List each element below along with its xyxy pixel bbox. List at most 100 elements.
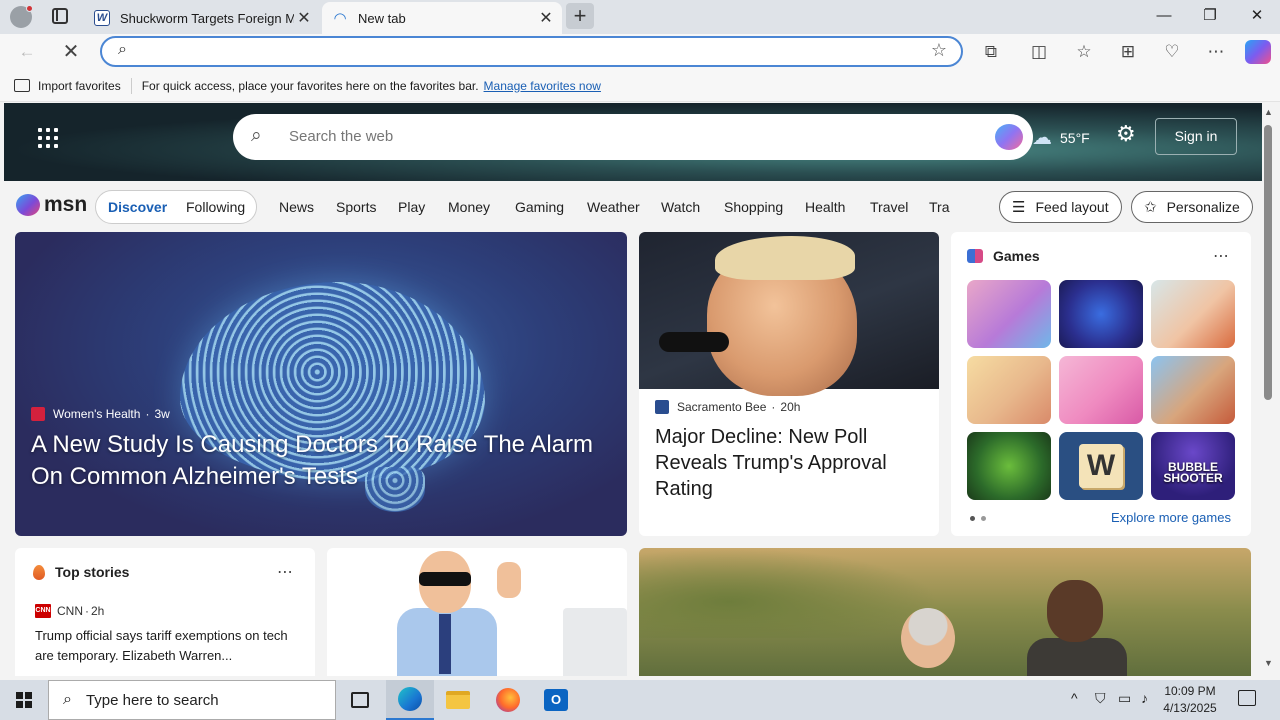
taskbar-search-box[interactable]: ⌕ Type here to search	[48, 680, 336, 720]
import-label: Import favorites	[38, 78, 121, 93]
page-scrollbar[interactable]: ▲ ▼	[1262, 103, 1280, 676]
profile-avatar[interactable]	[10, 5, 33, 28]
folder-icon	[446, 691, 470, 709]
app-launcher-icon[interactable]	[38, 128, 58, 148]
makeup-game-tile[interactable]	[967, 280, 1051, 348]
favorite-star-icon[interactable]: ☆	[931, 40, 947, 61]
more-options-icon[interactable]: ⋯	[277, 562, 294, 582]
nav-truncated[interactable]: Tra	[929, 199, 949, 215]
scrollbar-thumb[interactable]	[1264, 125, 1272, 400]
hero-story-card[interactable]: Women's Health · 3w A New Study Is Causi…	[15, 232, 627, 536]
favorites-hint: For quick access, place your favorites h…	[141, 78, 479, 93]
hero-headline[interactable]: A New Study Is Causing Doctors To Raise …	[31, 429, 616, 493]
close-icon[interactable]: ✕	[536, 8, 556, 28]
story-source: Women's Health · 3w	[31, 407, 170, 421]
explore-more-games-link[interactable]: Explore more games	[1111, 510, 1231, 525]
nav-gaming[interactable]: Gaming	[515, 199, 564, 215]
games-title: Games	[993, 248, 1040, 264]
top-story-headline[interactable]: Trump official says tariff exemptions on…	[35, 626, 297, 666]
taskbar-firefox[interactable]	[484, 680, 532, 720]
close-icon[interactable]: ✕	[294, 8, 314, 28]
nav-shopping[interactable]: Shopping	[724, 199, 783, 215]
tab-discover[interactable]: Discover	[108, 199, 167, 215]
msn-logo[interactable]: msn	[16, 193, 87, 217]
close-window-button[interactable]: ✕	[1234, 0, 1280, 32]
web-search-box[interactable]: ⌕ Search the web	[233, 114, 1033, 160]
story-image-card[interactable]	[639, 548, 1251, 676]
restaurant-game-tile[interactable]	[1151, 356, 1235, 424]
story-image-card[interactable]	[327, 548, 627, 676]
system-clock[interactable]: 10:09 PM 4/13/2025	[1160, 683, 1220, 717]
address-bar[interactable]: ⌕ ☆	[100, 36, 963, 67]
story-card[interactable]: Sacramento Bee · 20h Major Decline: New …	[639, 232, 939, 536]
nav-travel[interactable]: Travel	[870, 199, 908, 215]
carousel-dots[interactable]	[970, 516, 986, 521]
msn-logo-text: msn	[44, 193, 88, 216]
browser-essentials-icon[interactable]: ♡	[1159, 39, 1185, 65]
nav-play[interactable]: Play	[398, 199, 425, 215]
hospital-game-tile[interactable]	[1151, 280, 1235, 348]
collections-icon[interactable]: ⊞	[1115, 39, 1141, 65]
new-tab-button[interactable]: +	[566, 3, 594, 29]
tab-title: New tab	[358, 10, 406, 26]
weather-widget[interactable]: ☁ 55°F	[1032, 125, 1090, 150]
browser-toolbar: ← ✕ ⌕ ☆ ⧉ ◫ ☆ ⊞ ♡ ⋯	[0, 34, 1280, 70]
scroll-up-icon[interactable]: ▲	[1264, 107, 1273, 117]
words-game-tile[interactable]: W	[1059, 432, 1143, 500]
fashion-game-tile[interactable]	[1059, 356, 1143, 424]
tab-strip: W Shuckworm Targets Foreign Milit ✕ ◠ Ne…	[0, 0, 1280, 34]
edge-icon	[398, 687, 422, 711]
notifications-icon[interactable]	[1238, 690, 1256, 706]
sign-in-button[interactable]: Sign in	[1155, 118, 1237, 155]
nav-news[interactable]: News	[279, 199, 314, 215]
security-icon[interactable]: ⛉	[1095, 690, 1106, 707]
personalize-button[interactable]: ✩ Personalize	[1131, 191, 1253, 223]
scroll-down-icon[interactable]: ▼	[1264, 658, 1273, 668]
feed-layout-button[interactable]: ☰ Feed layout	[999, 191, 1122, 223]
nav-money[interactable]: Money	[448, 199, 490, 215]
back-arrow-icon[interactable]: ←	[14, 39, 40, 65]
w-icon: W	[94, 10, 110, 26]
feed-toggle: Discover Following	[95, 190, 257, 224]
favorites-icon[interactable]: ☆	[1071, 39, 1097, 65]
more-options-icon[interactable]: ⋯	[1213, 246, 1230, 266]
show-hidden-icons-chevron-icon[interactable]: ^	[1071, 690, 1078, 706]
tab-shuckworm[interactable]: W Shuckworm Targets Foreign Milit ✕	[84, 2, 320, 34]
copilot-search-icon[interactable]	[995, 124, 1023, 150]
manage-favorites-link[interactable]: Manage favorites now	[484, 79, 601, 93]
gear-icon[interactable]: ⚙	[1116, 121, 1136, 147]
start-button[interactable]	[0, 680, 48, 720]
notification-dot	[26, 5, 33, 12]
nav-watch[interactable]: Watch	[661, 199, 700, 215]
more-menu-icon[interactable]: ⋯	[1203, 39, 1229, 65]
split-screen-icon[interactable]: ◫	[1026, 39, 1052, 65]
dress-up-game-tile[interactable]	[967, 356, 1051, 424]
nav-weather[interactable]: Weather	[587, 199, 640, 215]
stop-loading-icon[interactable]: ✕	[58, 39, 84, 65]
taskbar-edge[interactable]	[386, 680, 434, 720]
games-card: Games ⋯ W BUBBLE SHOOTER Explore more ga…	[951, 232, 1251, 536]
minimize-button[interactable]: —	[1141, 0, 1187, 32]
tab-following[interactable]: Following	[186, 199, 245, 215]
nav-sports[interactable]: Sports	[336, 199, 376, 215]
tab-actions-icon[interactable]	[52, 8, 68, 24]
sliders-icon: ☰	[1012, 199, 1026, 216]
microphone-image	[659, 332, 729, 352]
taskbar-outlook[interactable]: O	[532, 680, 580, 720]
jewel-match-game-tile[interactable]	[1059, 280, 1143, 348]
task-view-button[interactable]	[336, 680, 384, 720]
volume-icon[interactable]: ♪	[1141, 690, 1148, 706]
nav-health[interactable]: Health	[805, 199, 845, 215]
gems-game-tile[interactable]	[967, 432, 1051, 500]
copilot-icon[interactable]	[1245, 40, 1271, 64]
story-headline[interactable]: Major Decline: New Poll Reveals Trump's …	[655, 424, 925, 502]
restore-button[interactable]: ❐	[1187, 0, 1233, 32]
extensions-icon[interactable]: ⧉	[978, 39, 1004, 65]
bubble-shooter-game-tile[interactable]: BUBBLE SHOOTER	[1151, 432, 1235, 500]
network-icon[interactable]: ▭	[1118, 690, 1131, 707]
taskbar-file-explorer[interactable]	[434, 680, 482, 720]
import-favorites-button[interactable]: Import favorites	[14, 79, 121, 93]
laptop-image	[563, 608, 627, 676]
tab-new-tab[interactable]: ◠ New tab ✕	[322, 2, 562, 34]
top-stories-card: Top stories ⋯ CNN CNN · 2h Trump officia…	[15, 548, 315, 676]
